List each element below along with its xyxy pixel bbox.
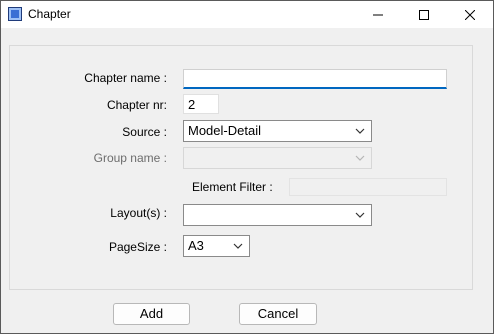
group-name-select[interactable] <box>183 147 372 169</box>
group-name-label: Group name : <box>93 151 167 165</box>
add-button[interactable]: Add <box>113 303 190 325</box>
pagesize-label: PageSize : <box>108 240 167 254</box>
chapter-nr-label: Chapter nr: <box>106 98 167 112</box>
app-icon <box>8 7 22 21</box>
close-icon <box>465 9 475 20</box>
pagesize-selected-value: A3 <box>188 238 204 253</box>
chevron-down-icon <box>355 155 365 161</box>
maximize-button[interactable] <box>401 1 447 28</box>
cancel-button[interactable]: Cancel <box>239 303 317 325</box>
chevron-down-icon <box>355 212 365 218</box>
chapter-name-input[interactable] <box>183 69 447 89</box>
source-select[interactable]: Model-Detail <box>183 120 372 142</box>
window-title: Chapter <box>28 7 71 21</box>
chevron-down-icon <box>355 128 365 134</box>
source-label: Source : <box>122 125 167 139</box>
chapter-dialog: Chapter Chapter name : Chapter nr: 2 Sou… <box>0 0 494 334</box>
element-filter-label: Element Filter : <box>192 180 273 194</box>
layouts-label: Layout(s) : <box>110 206 167 220</box>
chapter-name-label: Chapter name : <box>84 71 167 85</box>
title-bar: Chapter <box>1 1 493 28</box>
minimize-icon <box>373 14 383 15</box>
element-filter-input[interactable] <box>289 178 447 196</box>
chapter-nr-input[interactable]: 2 <box>183 94 219 114</box>
maximize-icon <box>419 9 429 20</box>
layouts-select[interactable] <box>183 204 372 226</box>
close-button[interactable] <box>447 1 493 28</box>
chevron-down-icon <box>233 243 243 249</box>
source-selected-value: Model-Detail <box>188 123 261 138</box>
minimize-button[interactable] <box>355 1 401 28</box>
pagesize-select[interactable]: A3 <box>183 235 250 257</box>
